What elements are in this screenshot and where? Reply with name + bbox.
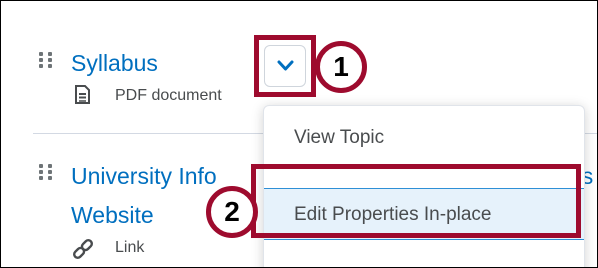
link-icon — [72, 238, 94, 260]
drag-handle-icon[interactable] — [39, 164, 53, 186]
step-number-badge-2: 2 — [206, 186, 258, 238]
drag-handle-icon[interactable] — [39, 52, 53, 74]
menu-item-view-topic[interactable]: View Topic — [264, 112, 584, 164]
item-title-university-info[interactable]: University Info — [71, 162, 217, 190]
step-number-badge-1: 1 — [315, 41, 367, 93]
item-title-syllabus[interactable]: Syllabus — [71, 49, 158, 77]
screenshot-frame: Syllabus PDF document 1 University Info … — [0, 0, 598, 268]
item-title-website[interactable]: Website — [71, 201, 154, 229]
highlight-box-step-1 — [254, 35, 316, 97]
item-type-label: Link — [115, 239, 145, 256]
highlight-box-step-2 — [251, 164, 581, 238]
item-type-label: PDF document — [115, 87, 222, 104]
document-icon — [75, 85, 90, 104]
